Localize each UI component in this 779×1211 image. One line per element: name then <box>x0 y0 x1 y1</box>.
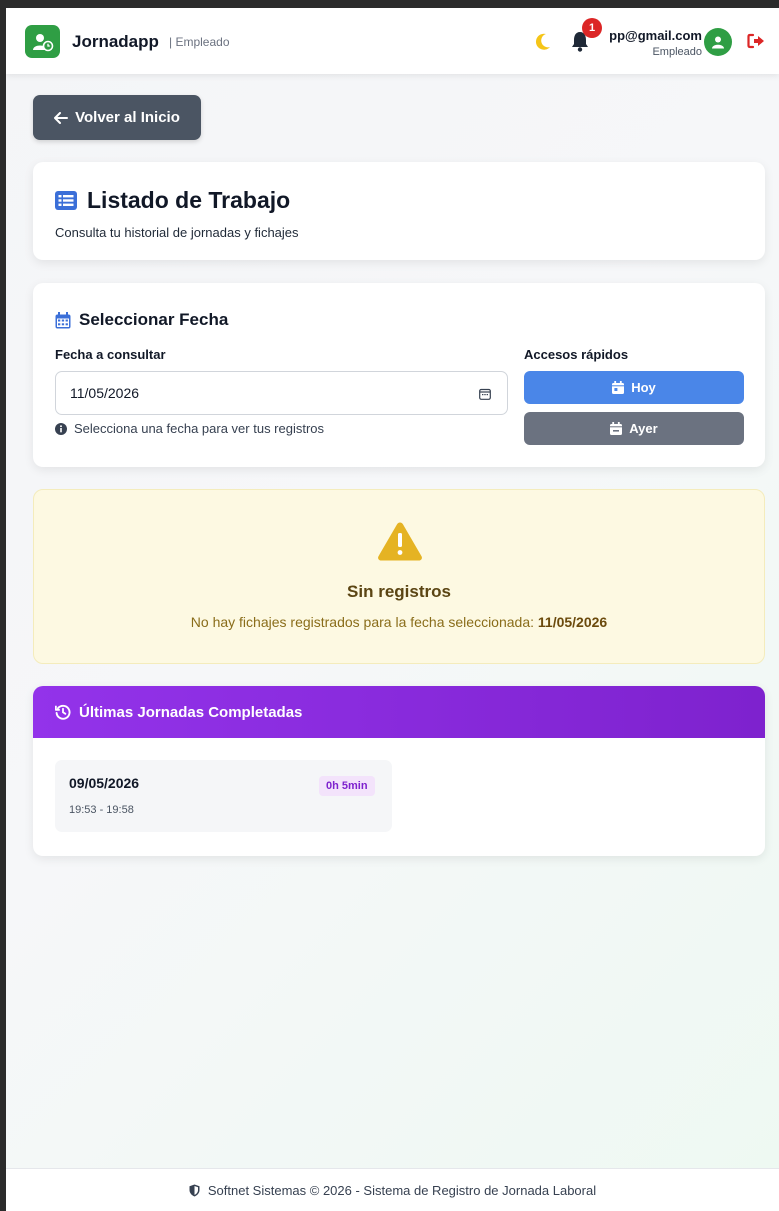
logout-icon[interactable] <box>747 33 765 54</box>
calendar-minus-icon <box>610 422 623 435</box>
back-home-button[interactable]: Volver al Inicio <box>33 95 201 140</box>
date-selection-card: Seleccionar Fecha Fecha a consultar Sele… <box>33 283 765 467</box>
empty-state-message-text: No hay fichajes registrados para la fech… <box>190 614 538 630</box>
today-button-label: Hoy <box>631 380 656 395</box>
workday-duration-badge: 0h 5min <box>319 776 375 796</box>
brand-name[interactable]: Jornadapp <box>72 32 159 52</box>
workday-time-range: 19:53 - 19:58 <box>69 804 134 816</box>
yesterday-button[interactable]: Ayer <box>524 412 744 445</box>
page-title: Listado de Trabajo <box>55 187 290 214</box>
date-section-title: Seleccionar Fecha <box>55 310 228 330</box>
calendar-day-icon <box>612 381 625 394</box>
recent-workdays-card: Últimas Jornadas Completadas 09/05/2026 … <box>33 686 765 856</box>
arrow-left-icon <box>54 111 69 124</box>
date-field-label: Fecha a consultar <box>55 347 166 362</box>
user-icon <box>712 36 724 49</box>
workday-item[interactable]: 09/05/2026 0h 5min 19:53 - 19:58 <box>55 760 392 832</box>
recent-workdays-title: Últimas Jornadas Completadas <box>79 703 303 721</box>
date-hint-text: Selecciona una fecha para ver tus regist… <box>74 421 325 436</box>
shield-icon <box>189 1184 200 1196</box>
avatar[interactable] <box>704 28 732 56</box>
moon-icon[interactable] <box>535 33 551 56</box>
page-header-card: Listado de Trabajo Consulta tu historial… <box>33 162 765 260</box>
user-email: pp@gmail.com <box>609 28 702 43</box>
role-tag: | Empleado <box>169 35 230 49</box>
back-home-label: Volver al Inicio <box>75 109 180 126</box>
list-icon <box>55 191 77 210</box>
quick-access-label: Accesos rápidos <box>524 347 629 362</box>
today-button[interactable]: Hoy <box>524 371 744 404</box>
user-clock-icon <box>32 33 53 51</box>
page-footer: Softnet Sistemas © 2026 - Sistema de Reg… <box>6 1168 779 1211</box>
app-window: Jornadapp | Empleado 1 pp@gmail.com Empl… <box>0 8 779 1211</box>
warning-icon <box>378 522 422 561</box>
empty-state-alert: Sin registros No hay fichajes registrado… <box>33 489 765 664</box>
yesterday-button-label: Ayer <box>629 421 658 436</box>
info-icon <box>55 422 67 435</box>
app-logo[interactable] <box>25 25 60 58</box>
workday-date: 09/05/2026 <box>69 775 140 791</box>
calendar-icon <box>55 311 71 328</box>
recent-workdays-header: Últimas Jornadas Completadas <box>33 686 765 738</box>
date-section-title-text: Seleccionar Fecha <box>79 310 229 329</box>
date-hint: Selecciona una fecha para ver tus regist… <box>55 421 324 436</box>
date-input[interactable] <box>55 371 508 415</box>
notification-badge[interactable]: 1 <box>582 18 602 38</box>
empty-state-message: No hay fichajes registrados para la fech… <box>34 614 764 630</box>
page-title-text: Listado de Trabajo <box>87 187 291 213</box>
footer-text: Softnet Sistemas © 2026 - Sistema de Reg… <box>207 1182 597 1198</box>
empty-state-title: Sin registros <box>347 582 451 601</box>
calendar-picker-icon[interactable] <box>479 387 491 405</box>
empty-state-date: 11/05/2026 <box>537 614 608 630</box>
top-navbar: Jornadapp | Empleado 1 pp@gmail.com Empl… <box>6 8 779 74</box>
page-subtitle: Consulta tu historial de jornadas y fich… <box>55 225 299 240</box>
history-icon <box>55 704 71 720</box>
user-role: Empleado <box>652 46 702 58</box>
